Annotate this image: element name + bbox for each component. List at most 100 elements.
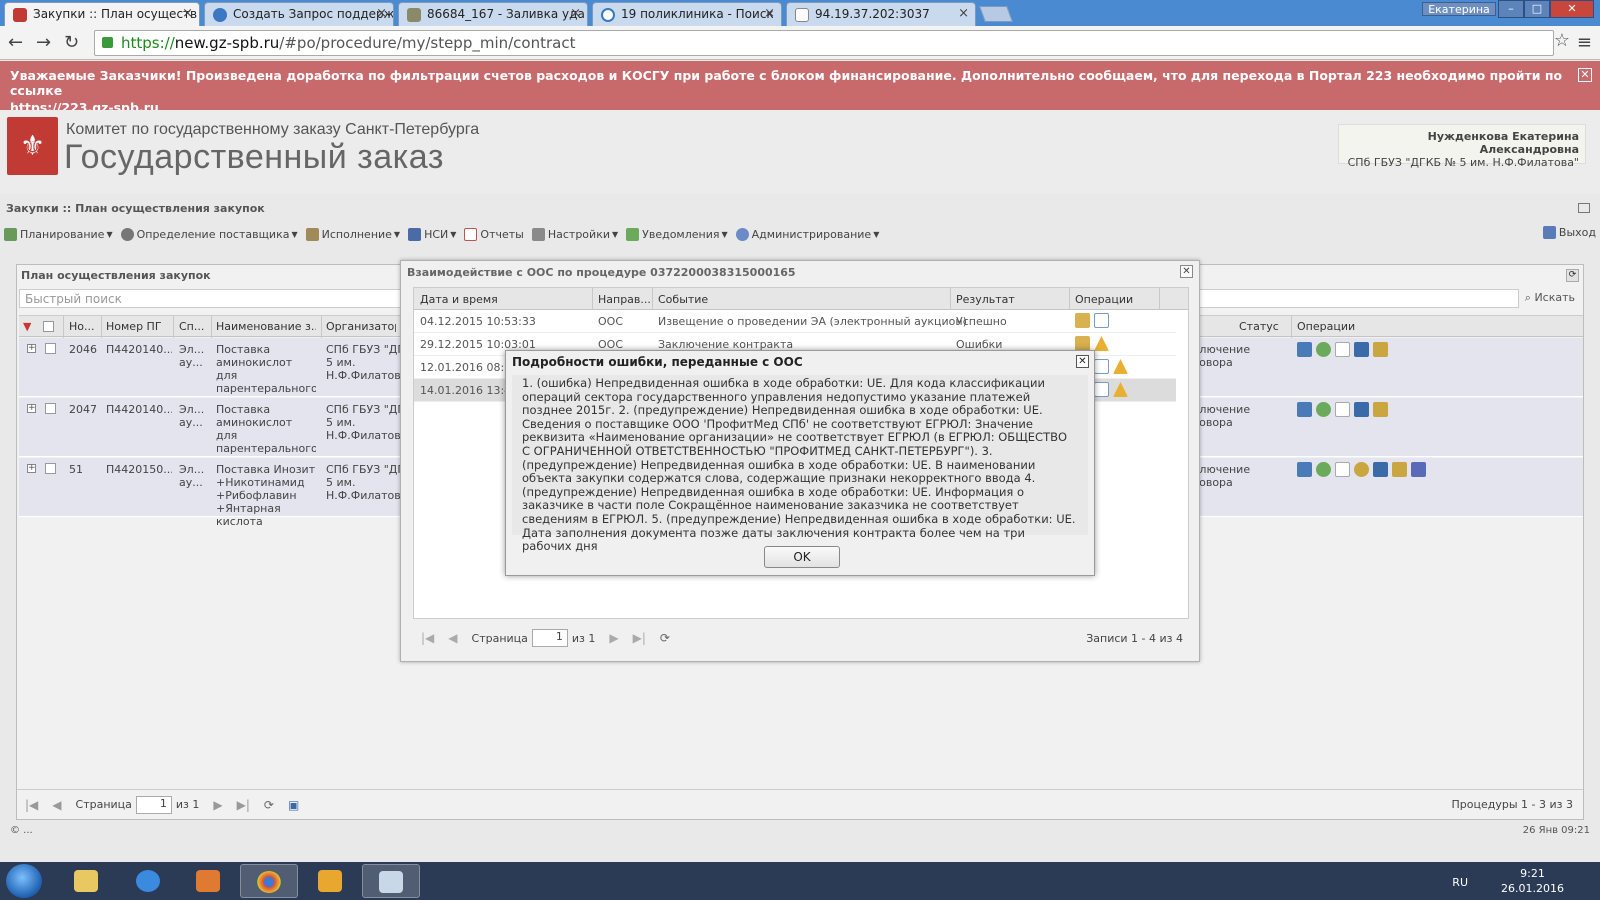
- gear-icon[interactable]: [1316, 402, 1331, 417]
- refresh-icon[interactable]: ⟳: [660, 631, 670, 645]
- chart-icon[interactable]: [1297, 462, 1312, 477]
- gear-icon[interactable]: [1316, 462, 1331, 477]
- save-icon[interactable]: [1354, 402, 1369, 417]
- warning-icon[interactable]: [1113, 382, 1128, 397]
- logout-button[interactable]: Выход: [1542, 226, 1596, 239]
- collapse-icon[interactable]: [1578, 203, 1590, 213]
- select-all-checkbox[interactable]: [43, 321, 54, 332]
- package-icon[interactable]: [1075, 313, 1090, 328]
- close-icon[interactable]: ×: [764, 6, 775, 21]
- chart-icon[interactable]: [1297, 342, 1312, 357]
- start-button[interactable]: [6, 864, 42, 898]
- taskbar-chrome[interactable]: [240, 864, 298, 898]
- expand-icon[interactable]: +: [27, 344, 36, 353]
- browser-tab-4[interactable]: 19 поликлиника - Поиск ×: [592, 2, 782, 26]
- taskbar-paint[interactable]: [362, 864, 420, 898]
- close-icon[interactable]: ×: [958, 6, 969, 21]
- back-arrow-icon[interactable]: ←: [8, 32, 23, 53]
- menu-supplier[interactable]: Определение поставщика ▼: [120, 227, 298, 241]
- save-icon[interactable]: ▣: [288, 798, 299, 812]
- last-page-icon[interactable]: ▶|: [237, 798, 250, 812]
- menu-notifications[interactable]: Уведомления ▼: [626, 227, 728, 241]
- language-indicator[interactable]: RU: [1452, 876, 1468, 889]
- browser-tab-3[interactable]: 86684_167 - Заливка уда ×: [398, 2, 588, 26]
- close-icon[interactable]: ×: [376, 6, 387, 21]
- taskbar-outlook[interactable]: [302, 864, 360, 898]
- document-icon[interactable]: [1094, 313, 1109, 328]
- row-checkbox[interactable]: [45, 463, 56, 474]
- menu-execution[interactable]: Исполнение ▼: [305, 227, 400, 241]
- close-icon[interactable]: ✕: [1578, 68, 1592, 82]
- column-header-result[interactable]: Результат: [956, 293, 1015, 306]
- refresh-icon[interactable]: ⟳: [264, 798, 274, 812]
- scroll-icon[interactable]: [1373, 402, 1388, 417]
- table-row[interactable]: 04.12.2015 10:53:33 ООС Извещение о пров…: [414, 310, 1176, 333]
- column-header-direction[interactable]: Направ...: [598, 293, 651, 306]
- warning-icon[interactable]: [1113, 359, 1128, 374]
- menu-nsi[interactable]: НСИ ▼: [408, 227, 456, 241]
- taskbar-media[interactable]: [180, 864, 238, 898]
- row-checkbox[interactable]: [45, 403, 56, 414]
- bookmark-star-icon[interactable]: ☆: [1554, 30, 1570, 51]
- column-header-method[interactable]: Сп...: [179, 320, 211, 333]
- close-icon[interactable]: ×: [570, 6, 581, 21]
- taskbar-ie[interactable]: [120, 864, 178, 898]
- close-icon[interactable]: ✕: [1180, 265, 1193, 278]
- document-icon[interactable]: [1335, 342, 1350, 357]
- prev-page-icon[interactable]: ◀: [448, 631, 457, 645]
- column-header-pg[interactable]: Номер ПГ: [106, 320, 174, 333]
- menu-planning[interactable]: Планирование ▼: [4, 227, 113, 241]
- scroll-icon[interactable]: [1373, 342, 1388, 357]
- next-page-icon[interactable]: ▶: [609, 631, 618, 645]
- taskbar-explorer[interactable]: [58, 864, 116, 898]
- browser-user-chip[interactable]: Екатерина: [1422, 2, 1496, 16]
- close-window-button[interactable]: ✕: [1550, 0, 1594, 18]
- prev-page-icon[interactable]: ◀: [52, 798, 61, 812]
- maximize-button[interactable]: □: [1524, 0, 1550, 18]
- first-page-icon[interactable]: |◀: [25, 798, 38, 812]
- last-page-icon[interactable]: ▶|: [633, 631, 646, 645]
- ok-button[interactable]: OK: [764, 546, 840, 568]
- columns-icon[interactable]: [1411, 462, 1426, 477]
- filter-clear-icon[interactable]: ▼: [23, 320, 31, 333]
- refresh-tool-icon[interactable]: ⟳: [1566, 269, 1579, 282]
- new-tab-button[interactable]: [979, 6, 1013, 22]
- package-icon[interactable]: [1075, 336, 1090, 351]
- page-input[interactable]: 1: [135, 795, 172, 814]
- reload-icon[interactable]: ↻: [64, 32, 79, 53]
- warning-icon[interactable]: [1094, 336, 1109, 351]
- column-header-name[interactable]: Наименование з...: [216, 320, 316, 333]
- close-icon[interactable]: ✕: [1076, 355, 1089, 368]
- column-header-event[interactable]: Событие: [658, 293, 708, 306]
- column-header-organizer[interactable]: Организатор: [326, 320, 396, 333]
- clock[interactable]: 9:21 26.01.2016: [1501, 866, 1564, 896]
- column-header-date[interactable]: Дата и время: [420, 293, 498, 306]
- document-icon[interactable]: [1094, 359, 1109, 374]
- browser-tab-5[interactable]: 94.19.37.202:3037 ×: [786, 2, 976, 26]
- gear-icon[interactable]: [1316, 342, 1331, 357]
- document-icon[interactable]: [1094, 382, 1109, 397]
- browser-tab-1[interactable]: Закупки :: План осуществ ×: [4, 2, 200, 26]
- document-icon[interactable]: [1335, 462, 1350, 477]
- forward-arrow-icon[interactable]: →: [36, 32, 51, 53]
- menu-icon[interactable]: ≡: [1577, 32, 1592, 53]
- search-button[interactable]: ⌕ Искать: [1525, 291, 1575, 305]
- row-checkbox[interactable]: [45, 343, 56, 354]
- browser-tab-2[interactable]: Создать Запрос поддерж ×: [204, 2, 394, 26]
- page-input[interactable]: 1: [531, 629, 568, 647]
- emblem-icon[interactable]: [1354, 462, 1369, 477]
- next-page-icon[interactable]: ▶: [213, 798, 222, 812]
- menu-administration[interactable]: Администрирование ▼: [735, 227, 879, 241]
- minimize-button[interactable]: –: [1498, 0, 1524, 18]
- chart-icon[interactable]: [1297, 402, 1312, 417]
- column-header-status[interactable]: Статус: [1239, 320, 1279, 333]
- save-icon[interactable]: [1373, 462, 1388, 477]
- url-input[interactable]: https://new.gz-spb.ru/#po/procedure/my/s…: [94, 30, 1554, 56]
- column-header-number[interactable]: Но...: [69, 320, 99, 333]
- first-page-icon[interactable]: |◀: [421, 631, 434, 645]
- save-icon[interactable]: [1354, 342, 1369, 357]
- close-icon[interactable]: ×: [182, 6, 193, 21]
- menu-reports[interactable]: Отчеты: [464, 227, 524, 241]
- document-icon[interactable]: [1335, 402, 1350, 417]
- scroll-icon[interactable]: [1392, 462, 1407, 477]
